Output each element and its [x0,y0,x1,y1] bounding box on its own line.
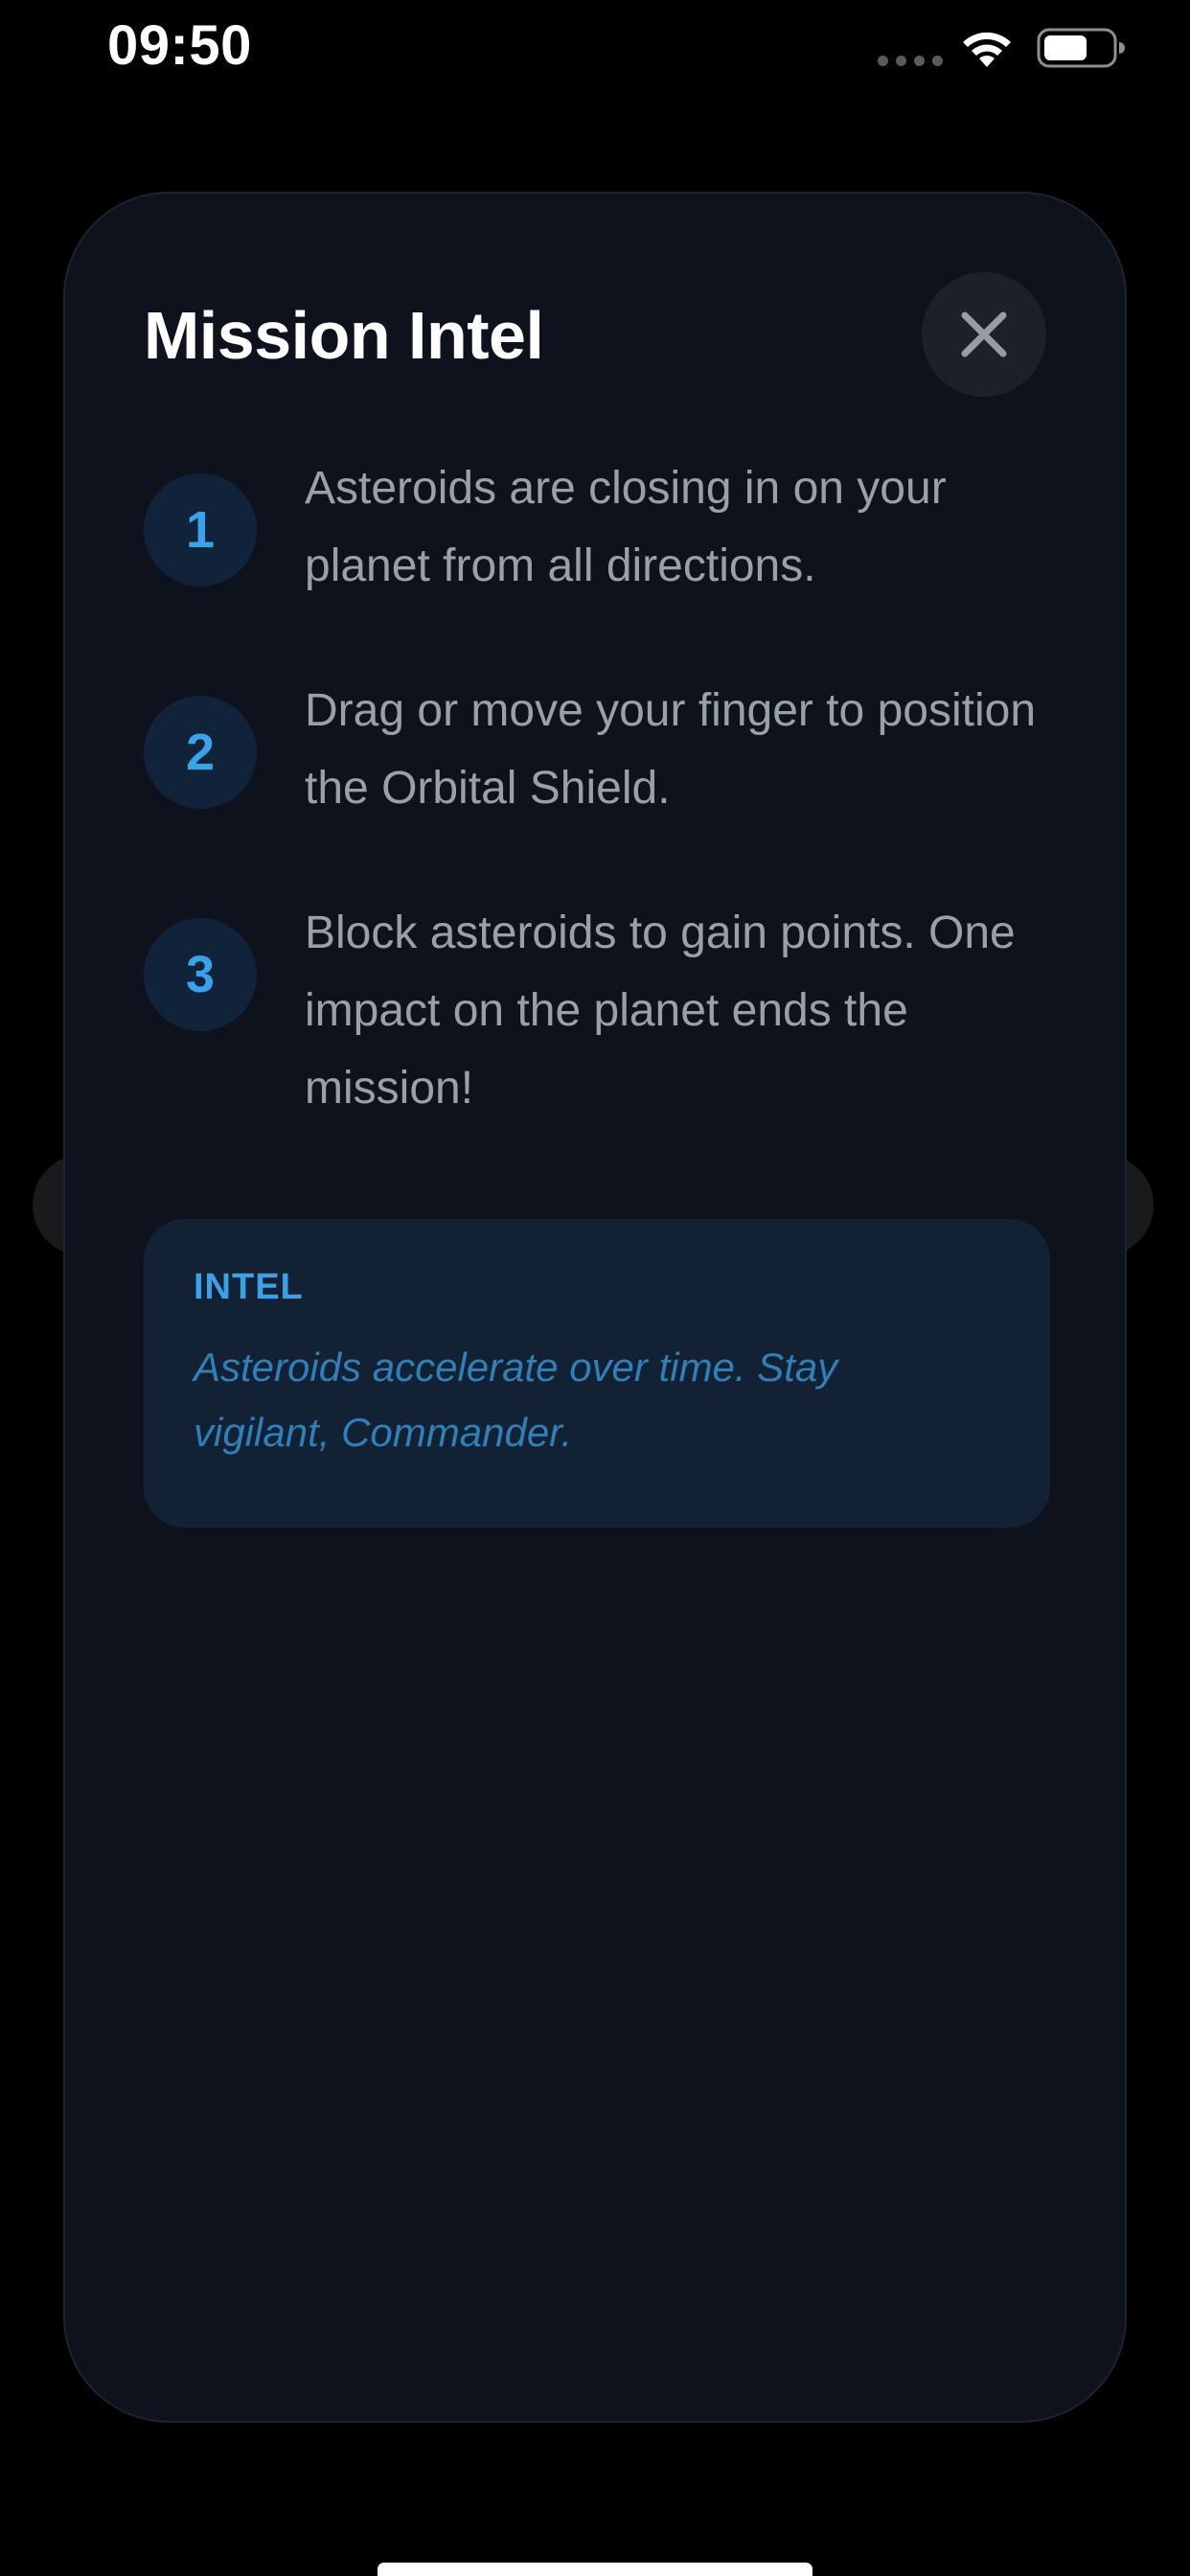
mission-intel-modal: Mission Intel 1 Asteroids are closing in… [63,192,1127,2423]
status-bar: 09:50 [0,0,1190,105]
step-number-badge: 3 [144,918,257,1031]
step-number-badge: 2 [144,696,257,809]
instruction-step: 3 Block asteroids to gain points. One im… [144,908,1064,1204]
signal-dots-icon [878,56,945,69]
status-time: 09:50 [107,14,252,77]
instruction-steps: 1 Asteroids are closing in on your plane… [144,463,1064,1204]
intel-tip-box: INTEL Asteroids accelerate over time. St… [144,1219,1050,1528]
intel-label: INTEL [194,1267,304,1307]
modal-title: Mission Intel [144,298,544,373]
step-text: Asteroids are closing in on your planet … [305,463,947,591]
battery-icon [1037,28,1125,68]
instruction-step: 1 Asteroids are closing in on your plane… [144,463,1064,694]
step-text: Drag or move your finger to position the… [305,685,1037,814]
step-number-badge: 1 [144,473,257,586]
intel-text: Asteroids accelerate over time. Stay vig… [194,1345,838,1455]
close-icon [961,311,1007,357]
instruction-step: 2 Drag or move your finger to position t… [144,685,1064,916]
close-button[interactable] [922,272,1046,397]
wifi-icon [963,32,1011,67]
step-text: Block asteroids to gain points. One impa… [305,908,1016,1114]
home-indicator[interactable] [378,2563,812,2576]
